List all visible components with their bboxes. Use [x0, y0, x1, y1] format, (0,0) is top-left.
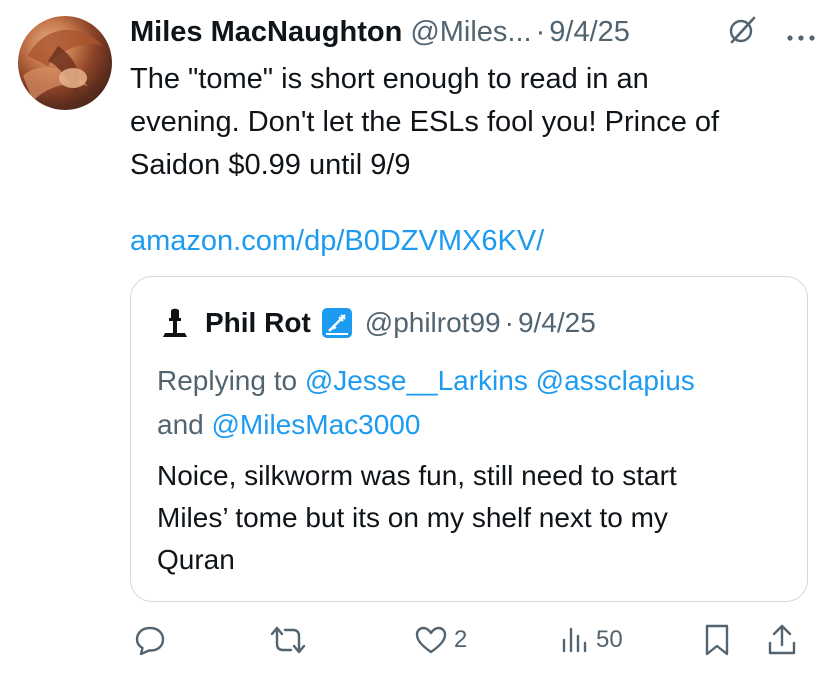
quote-author-handle[interactable]: @philrot99	[365, 307, 501, 339]
tweet-text: The "tome" is short enough to read in an…	[130, 58, 810, 187]
bookmark-icon	[705, 624, 729, 656]
mention-link[interactable]: @assclapius	[536, 365, 695, 396]
more-icon[interactable]	[786, 18, 816, 51]
heart-icon	[415, 626, 447, 654]
quote-header: Phil Rot @philrot99 · 9/4/25	[157, 305, 596, 341]
tweet-header: Miles MacNaughton @Miles... · 9/4/25	[130, 12, 816, 52]
quote-date[interactable]: 9/4/25	[518, 307, 596, 339]
retweet-button[interactable]	[270, 618, 306, 662]
quoted-tweet[interactable]: Phil Rot @philrot99 · 9/4/25 Replying to…	[130, 276, 808, 602]
mention-link[interactable]: @Jesse__Larkins	[305, 365, 528, 396]
reply-button[interactable]	[134, 618, 166, 662]
share-icon	[768, 624, 796, 655]
and-text: and	[157, 409, 212, 440]
verified-badge-icon	[321, 308, 352, 338]
share-button[interactable]	[766, 618, 798, 662]
retweet-icon	[270, 626, 306, 654]
view-count: 50	[596, 626, 623, 653]
tweet-text-line: evening. Don't let the ESLs fool you! Pr…	[130, 106, 720, 138]
author-handle[interactable]: @Miles...	[410, 16, 531, 49]
replying-to: Replying to @Jesse__Larkins @assclapius …	[157, 359, 777, 447]
header-icons	[726, 14, 816, 54]
author-avatar[interactable]	[18, 16, 112, 110]
quote-text-line: Noice, silkworm was fun, still need to s…	[157, 460, 677, 491]
quote-text: Noice, silkworm was fun, still need to s…	[157, 455, 787, 581]
views-icon	[562, 627, 587, 653]
quote-author-name[interactable]: Phil Rot	[205, 307, 311, 339]
quote-separator: ·	[504, 307, 514, 338]
grok-icon[interactable]	[726, 14, 758, 54]
quote-text-line: Quran	[157, 544, 235, 575]
tweet-text-line: The "tome" is short enough to read in an	[130, 63, 649, 95]
views-button[interactable]: 50	[560, 618, 623, 662]
bookmark-button[interactable]	[702, 618, 732, 662]
tweet-date[interactable]: 9/4/25	[549, 16, 630, 49]
header-separator: ·	[535, 15, 546, 48]
quote-author-avatar[interactable]	[157, 305, 193, 341]
mention-link[interactable]: @MilesMac3000	[212, 409, 421, 440]
tweet-text-line: Saidon $0.99 until 9/9	[130, 149, 411, 181]
action-bar: 2 50	[130, 618, 810, 662]
replying-prefix: Replying to	[157, 365, 305, 396]
author-name[interactable]: Miles MacNaughton	[130, 16, 402, 49]
quote-text-line: Miles’ tome but its on my shelf next to …	[157, 502, 668, 533]
reply-icon	[135, 626, 165, 656]
avatar-photo	[23, 29, 103, 101]
like-button[interactable]: 2	[414, 618, 467, 662]
like-count: 2	[454, 626, 468, 653]
tweet-link[interactable]: amazon.com/dp/B0DZVMX6KV/	[130, 220, 544, 263]
